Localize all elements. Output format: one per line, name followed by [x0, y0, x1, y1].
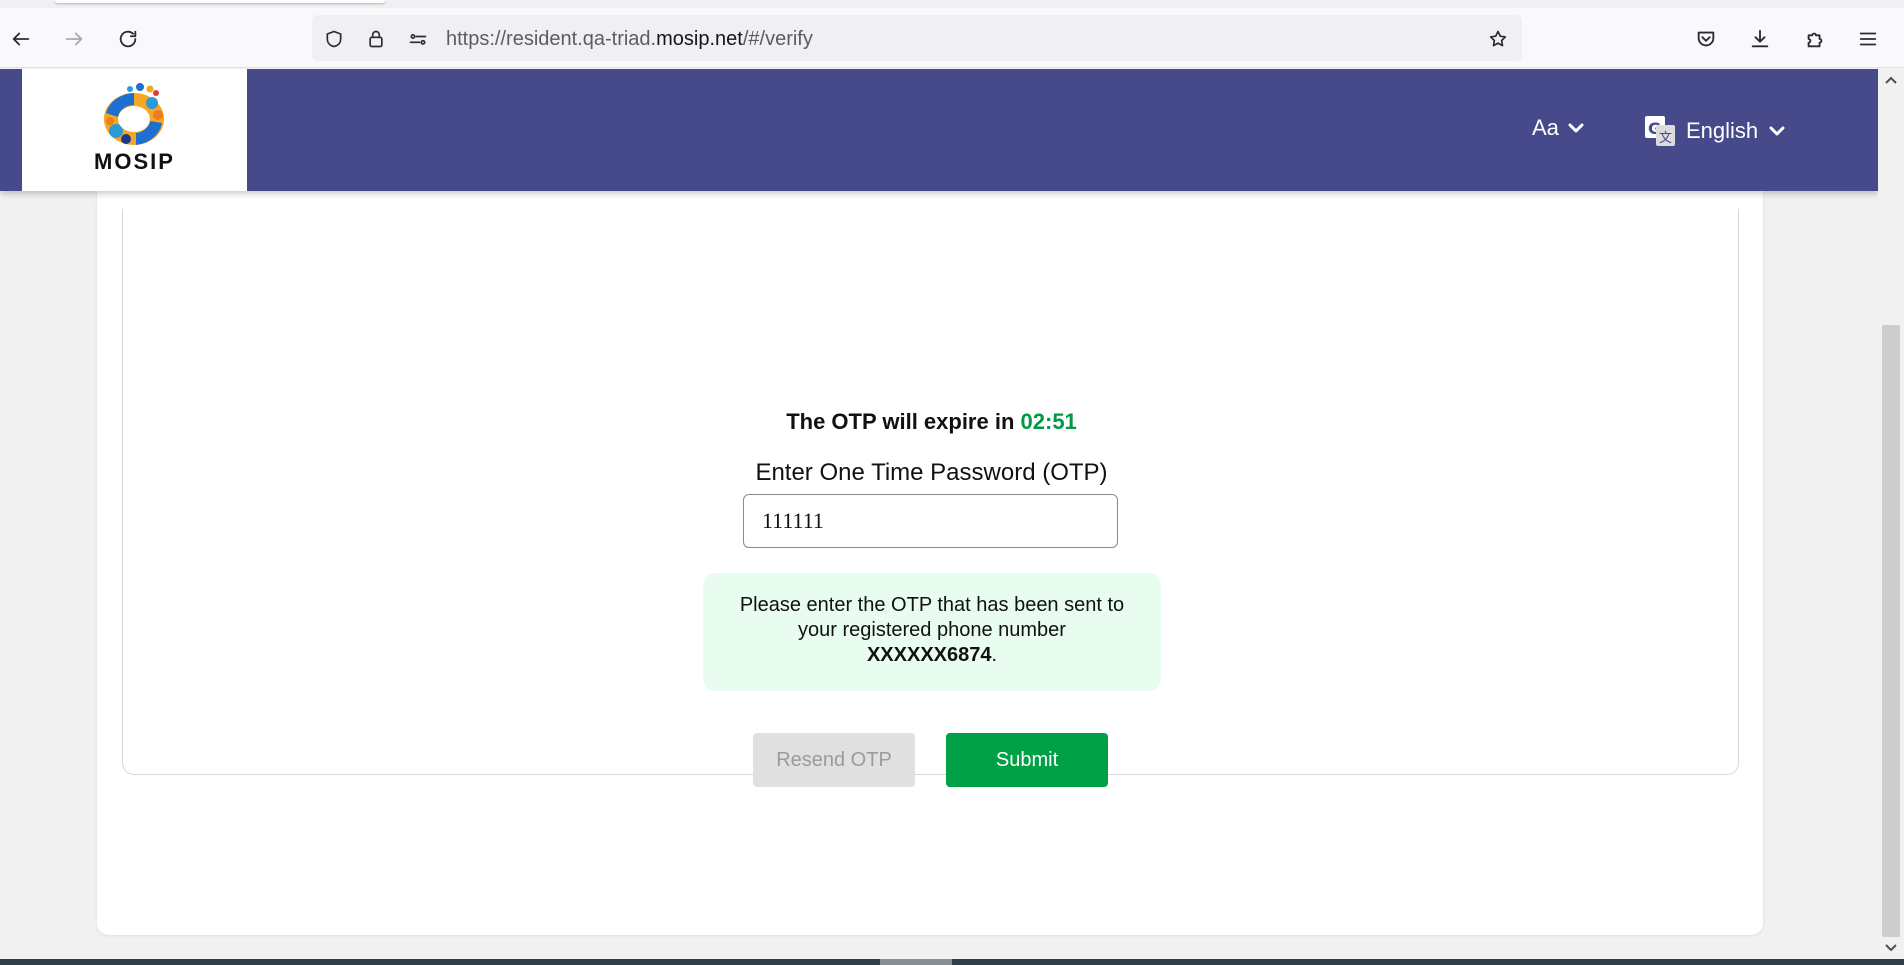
scrollbar-thumb[interactable]: [1882, 325, 1900, 937]
url-path: /#/verify: [742, 28, 813, 50]
otp-timer-value: 02:51: [1020, 409, 1077, 434]
otp-panel: The OTP will expire in 02:51 Enter One T…: [122, 209, 1740, 787]
site-header: MOSIP Aa G 文 English: [0, 69, 1878, 191]
permissions-icon[interactable]: [406, 27, 430, 51]
url-text[interactable]: https://resident.qa-triad.mosip.net/#/ve…: [446, 28, 813, 51]
vertical-scrollbar[interactable]: [1878, 69, 1904, 959]
shield-icon[interactable]: [322, 27, 346, 51]
address-bar[interactable]: https://resident.qa-triad.mosip.net/#/ve…: [312, 15, 1522, 61]
language-dropdown[interactable]: G 文 English: [1644, 115, 1786, 147]
page-viewport: The OTP will expire in 02:51 Enter One T…: [0, 69, 1878, 959]
mosip-logo[interactable]: MOSIP: [22, 69, 247, 191]
font-size-label: Aa: [1532, 115, 1559, 140]
mosip-logo-icon: [104, 83, 164, 145]
url-prefix: https://resident.qa-triad.: [446, 28, 657, 50]
info-line-1: Please enter the OTP that has been sent …: [739, 594, 1125, 616]
lock-icon[interactable]: [364, 27, 388, 51]
taskbar-edge: [0, 959, 1904, 965]
translate-icon: G 文: [1645, 116, 1675, 146]
masked-phone-number: XXXXXX6874: [866, 644, 992, 666]
info-suffix: .: [991, 644, 998, 666]
reload-icon[interactable]: [113, 24, 143, 54]
chevron-down-icon: [1768, 122, 1786, 140]
forward-icon[interactable]: [59, 24, 89, 54]
download-icon[interactable]: [1745, 24, 1775, 54]
scroll-down-icon[interactable]: [1884, 941, 1898, 955]
browser-toolbar: https://resident.qa-triad.mosip.net/#/ve…: [0, 8, 1904, 68]
browser-active-tab[interactable]: [55, 0, 385, 3]
puzzle-icon[interactable]: [1800, 24, 1830, 54]
url-host: mosip.net: [656, 28, 743, 50]
otp-input[interactable]: [743, 494, 1118, 548]
browser-tab-strip: [0, 0, 1904, 8]
info-line-2: your registered phone number: [798, 619, 1066, 641]
scroll-up-icon[interactable]: [1884, 73, 1898, 87]
otp-label: Enter One Time Password (OTP): [755, 459, 1108, 486]
logo-text: MOSIP: [94, 149, 175, 174]
resend-otp-button[interactable]: Resend OTP: [753, 733, 915, 787]
back-icon[interactable]: [6, 24, 36, 54]
star-icon[interactable]: [1486, 27, 1510, 51]
hamburger-menu-icon[interactable]: [1853, 24, 1883, 54]
pocket-icon[interactable]: [1691, 24, 1721, 54]
submit-button[interactable]: Submit: [946, 733, 1108, 787]
chevron-down-icon: [1567, 119, 1585, 137]
font-size-dropdown[interactable]: Aa: [1532, 115, 1585, 141]
otp-info-message: Please enter the OTP that has been sent …: [703, 573, 1161, 691]
otp-timer-prefix: The OTP will expire in: [786, 409, 1021, 434]
info-line-3: XXXXXX6874.: [703, 643, 1161, 668]
otp-expiry-timer: The OTP will expire in 02:51: [123, 409, 1740, 435]
svg-text:文: 文: [1659, 131, 1672, 146]
verify-card: The OTP will expire in 02:51 Enter One T…: [97, 169, 1763, 935]
language-label: English: [1686, 118, 1759, 143]
taskbar-segment: [880, 959, 952, 965]
